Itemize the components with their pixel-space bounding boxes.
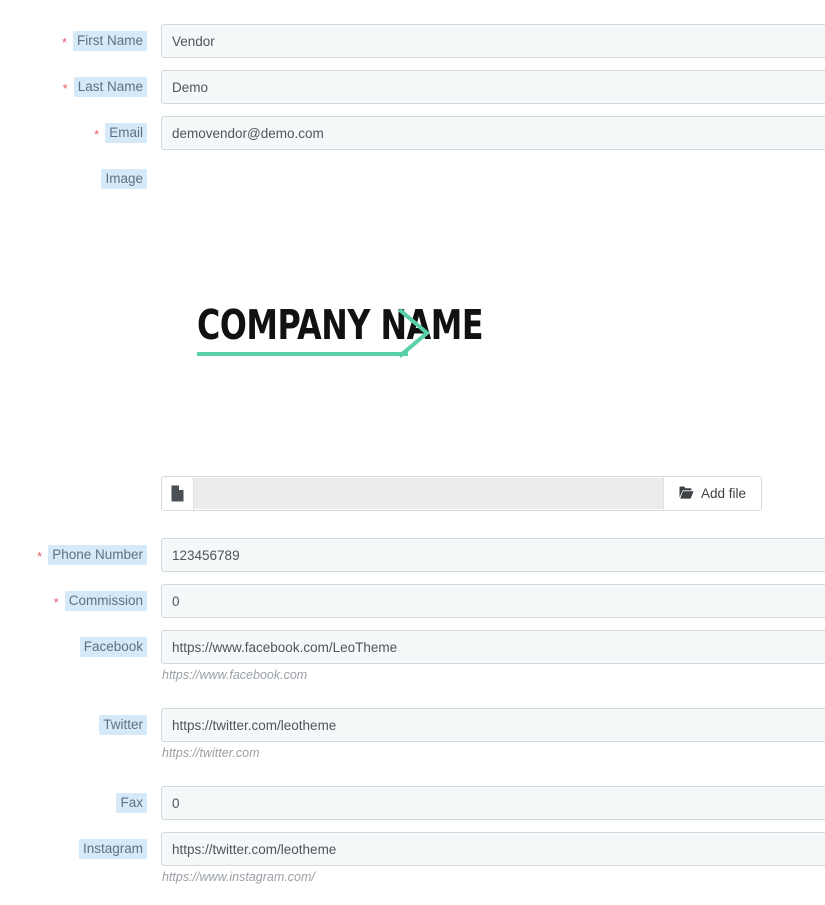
label-commission: Commission [64, 591, 147, 611]
label-last_name: Last Name [73, 77, 147, 97]
last_name-input[interactable] [161, 70, 825, 104]
email-input-col [161, 116, 825, 150]
image-label-col: Image [0, 162, 148, 196]
label-twitter: Twitter [99, 715, 147, 735]
document-icon [162, 477, 194, 510]
facebook-label-col: Facebook [0, 630, 148, 664]
twitter-input[interactable] [161, 708, 825, 742]
file-name-display[interactable] [194, 478, 663, 509]
file-upload-control[interactable]: Add file [161, 476, 762, 511]
required-asterisk: * [53, 594, 59, 610]
fax-input[interactable] [161, 786, 825, 820]
fax-input-col [161, 786, 825, 820]
last_name-label-col: * Last Name [0, 70, 148, 104]
vendor-profile-form: Image COMPANY NAME Add file * First Name… [0, 0, 825, 905]
phone_number-label-col: * Phone Number [0, 538, 148, 572]
logo-underline [197, 352, 408, 356]
form-row-fax: Fax [0, 786, 825, 820]
form-row-facebook: Facebook [0, 630, 825, 664]
form-row-phone_number: * Phone Number [0, 538, 825, 572]
last_name-input-col [161, 70, 825, 104]
label-instagram: Instagram [78, 839, 147, 859]
first_name-input-col [161, 24, 825, 58]
open-folder-icon [679, 486, 694, 502]
form-row-last_name: * Last Name [0, 70, 825, 104]
facebook-helper-text: https://www.facebook.com [162, 668, 308, 682]
add-file-label: Add file [700, 486, 746, 501]
facebook-input[interactable] [161, 630, 825, 664]
first_name-input[interactable] [161, 24, 825, 58]
facebook-input-col [161, 630, 825, 664]
commission-input-col [161, 584, 825, 618]
required-asterisk: * [61, 34, 67, 50]
label-fax: Fax [116, 793, 147, 813]
instagram-input-col [161, 832, 825, 866]
required-asterisk: * [37, 548, 43, 564]
commission-input[interactable] [161, 584, 825, 618]
fax-label-col: Fax [0, 786, 148, 820]
image-preview: COMPANY NAME [161, 196, 801, 464]
add-file-button[interactable]: Add file [662, 477, 761, 510]
form-row-twitter: Twitter [0, 708, 825, 742]
first_name-label-col: * First Name [0, 24, 148, 58]
label-email: Email [105, 123, 147, 143]
commission-label-col: * Commission [0, 584, 148, 618]
instagram-helper-text: https://www.instagram.com/ [162, 870, 315, 884]
twitter-input-col [161, 708, 825, 742]
label-phone_number: Phone Number [48, 545, 147, 565]
company-logo-text: COMPANY NAME [197, 301, 484, 349]
form-row-email: * Email [0, 116, 825, 150]
email-input[interactable] [161, 116, 825, 150]
company-logo: COMPANY NAME [197, 302, 530, 358]
form-row-first_name: * First Name [0, 24, 825, 58]
form-row-instagram: Instagram [0, 832, 825, 866]
label-image: Image [101, 169, 147, 189]
instagram-label-col: Instagram [0, 832, 148, 866]
phone_number-input[interactable] [161, 538, 825, 572]
email-label-col: * Email [0, 116, 148, 150]
instagram-input[interactable] [161, 832, 825, 866]
form-row-image: Image [0, 162, 825, 196]
phone_number-input-col [161, 538, 825, 572]
label-facebook: Facebook [79, 637, 147, 657]
label-first_name: First Name [72, 31, 147, 51]
twitter-label-col: Twitter [0, 708, 148, 742]
form-row-commission: * Commission [0, 584, 825, 618]
twitter-helper-text: https://twitter.com [162, 746, 260, 760]
required-asterisk: * [94, 126, 100, 142]
required-asterisk: * [62, 80, 68, 96]
